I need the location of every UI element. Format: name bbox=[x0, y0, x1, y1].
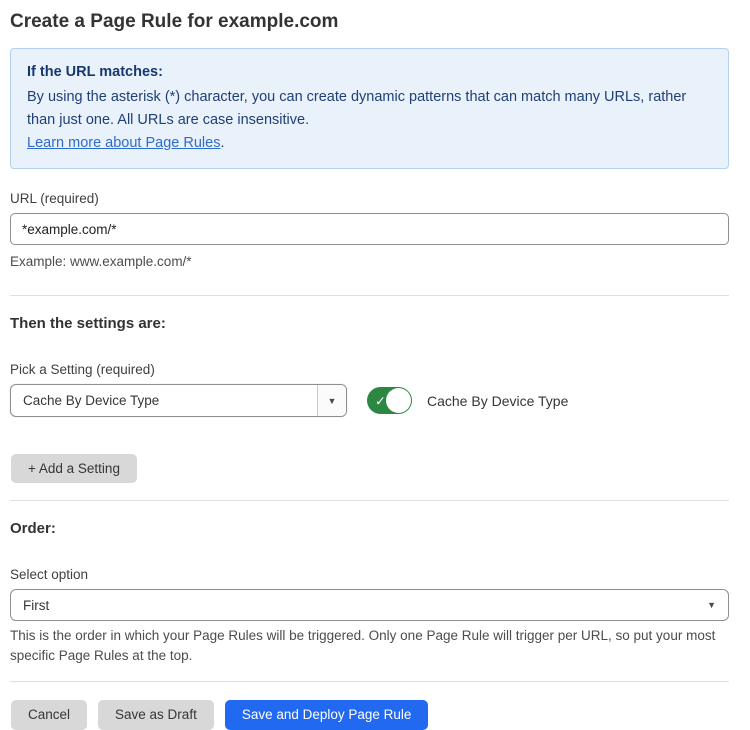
order-select-label: Select option bbox=[10, 567, 729, 582]
divider bbox=[10, 681, 729, 682]
learn-more-link[interactable]: Learn more about Page Rules bbox=[27, 135, 220, 151]
chevron-down-icon: ▼ bbox=[707, 600, 716, 610]
url-field-label: URL (required) bbox=[10, 191, 729, 206]
setting-select-value: Cache By Device Type bbox=[11, 385, 317, 416]
url-match-info-box: If the URL matches: By using the asteris… bbox=[10, 48, 729, 169]
chevron-down-icon: ▼ bbox=[328, 396, 337, 406]
add-setting-button[interactable]: + Add a Setting bbox=[11, 454, 137, 483]
url-example-text: Example: www.example.com/* bbox=[10, 252, 729, 272]
info-box-heading: If the URL matches: bbox=[27, 61, 712, 84]
divider bbox=[10, 295, 729, 296]
url-input[interactable] bbox=[10, 213, 729, 245]
order-help-text: This is the order in which your Page Rul… bbox=[10, 626, 729, 666]
page-rule-form: Create a Page Rule for example.com If th… bbox=[0, 0, 750, 730]
settings-section-heading: Then the settings are: bbox=[10, 315, 729, 332]
setting-row: Cache By Device Type ▼ ✓ Cache By Device… bbox=[10, 384, 729, 417]
order-select-value: First bbox=[23, 598, 707, 613]
setting-select-arrow-button[interactable]: ▼ bbox=[317, 385, 346, 416]
setting-select[interactable]: Cache By Device Type ▼ bbox=[10, 384, 347, 417]
order-section-heading: Order: bbox=[10, 520, 729, 537]
toggle-knob bbox=[386, 388, 411, 413]
footer-actions: Cancel Save as Draft Save and Deploy Pag… bbox=[11, 700, 729, 730]
info-box-link-line: Learn more about Page Rules. bbox=[27, 132, 712, 155]
check-icon: ✓ bbox=[375, 394, 386, 407]
setting-toggle-label: Cache By Device Type bbox=[427, 393, 568, 409]
cancel-button[interactable]: Cancel bbox=[11, 700, 87, 730]
save-and-deploy-button[interactable]: Save and Deploy Page Rule bbox=[225, 700, 429, 730]
order-select[interactable]: First ▼ bbox=[10, 589, 729, 621]
setting-picker-label: Pick a Setting (required) bbox=[10, 362, 729, 377]
setting-toggle[interactable]: ✓ bbox=[367, 387, 412, 414]
info-box-body: By using the asterisk (*) character, you… bbox=[27, 86, 712, 132]
divider bbox=[10, 500, 729, 501]
save-as-draft-button[interactable]: Save as Draft bbox=[98, 700, 214, 730]
page-title: Create a Page Rule for example.com bbox=[10, 9, 729, 35]
link-period: . bbox=[220, 135, 224, 151]
